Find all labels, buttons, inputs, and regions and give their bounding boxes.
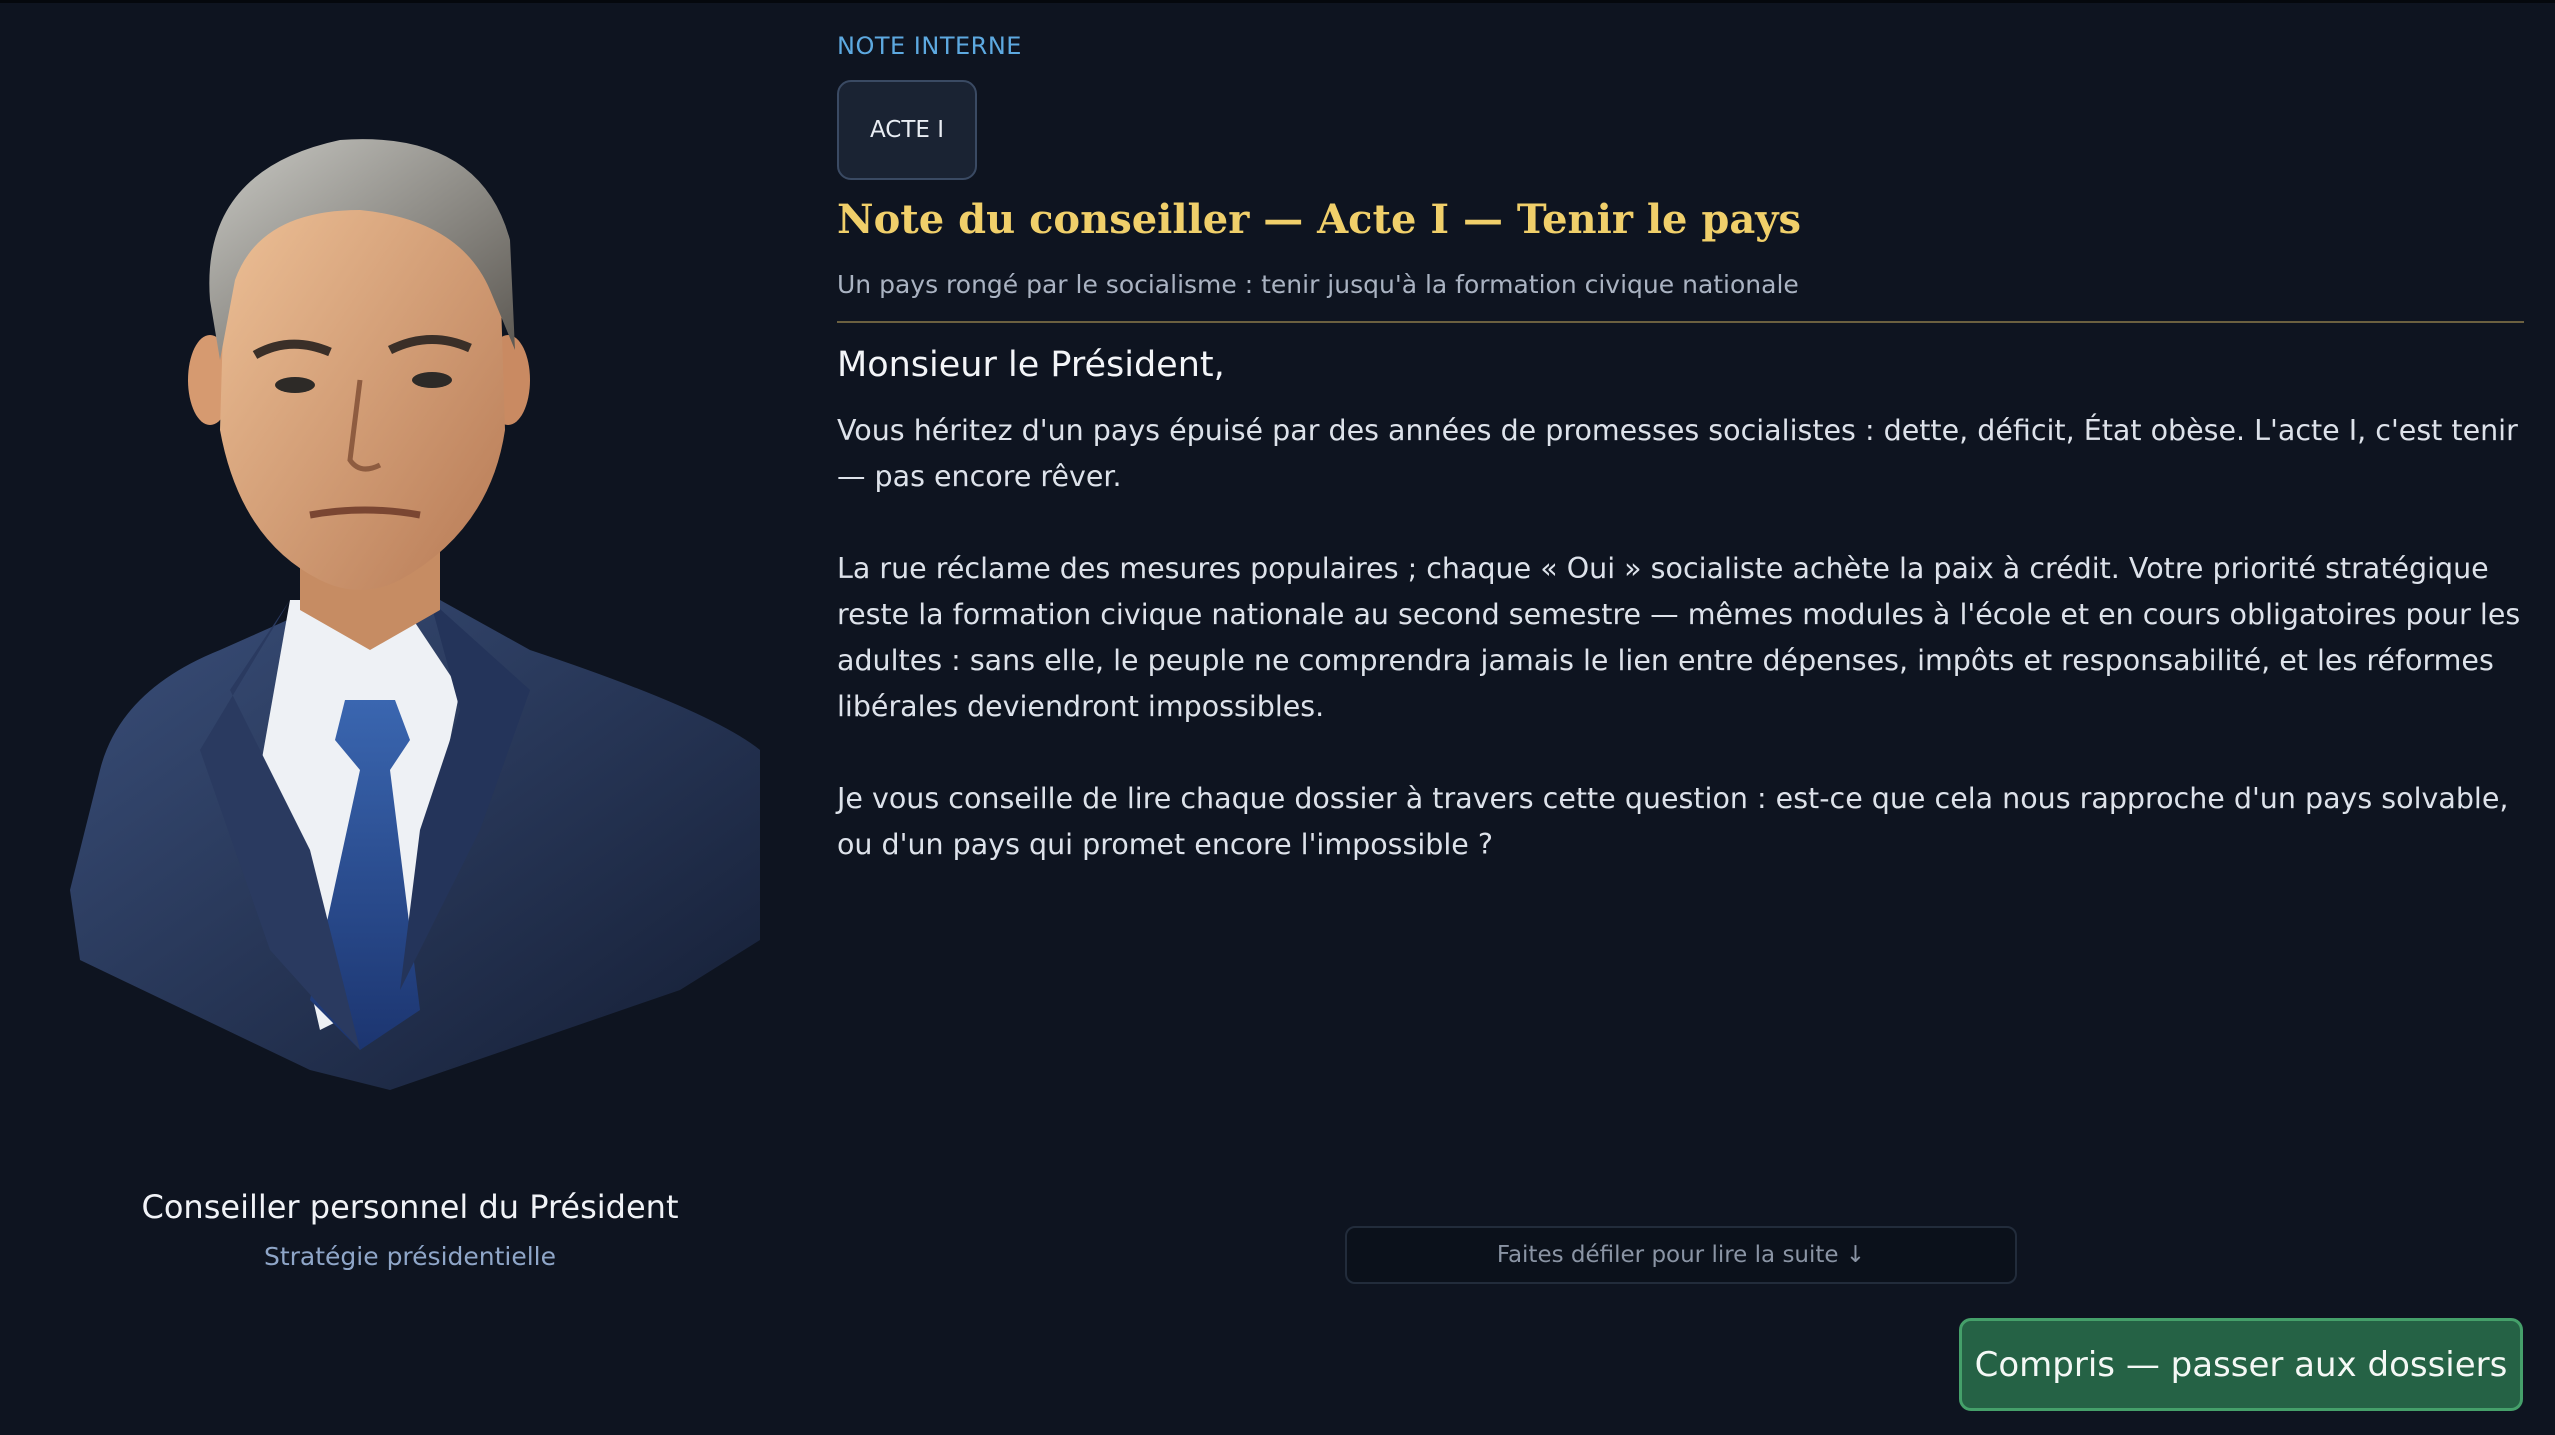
scroll-hint: Faites défiler pour lire la suite ↓ [1345, 1226, 2017, 1284]
advisor-role: Stratégie présidentielle [263, 1242, 557, 1271]
title-divider [837, 321, 2524, 323]
advisor-name: Conseiller personnel du Président [141, 1188, 679, 1226]
note-paragraph: La rue réclame des mesures populaires ; … [837, 552, 2521, 723]
confirm-button[interactable]: Compris — passer aux dossiers [1959, 1318, 2523, 1411]
act-badge: ACTE I [837, 80, 977, 180]
advisor-panel: Conseiller personnel du Président Straté… [0, 0, 820, 1435]
advisor-portrait-icon [70, 139, 760, 1090]
note-paragraph: Je vous conseille de lire chaque dossier… [837, 782, 2509, 861]
note-paragraph: Vous héritez d'un pays épuisé par des an… [837, 414, 2518, 493]
note-kicker: NOTE INTERNE [837, 32, 1022, 60]
note-salutation: Monsieur le Président, [837, 345, 1225, 385]
note-body[interactable]: Vous héritez d'un pays épuisé par des an… [837, 408, 2527, 914]
note-title: Note du conseiller — Acte I — Tenir le p… [837, 196, 1802, 243]
note-subtitle: Un pays rongé par le socialisme : tenir … [837, 270, 1799, 299]
